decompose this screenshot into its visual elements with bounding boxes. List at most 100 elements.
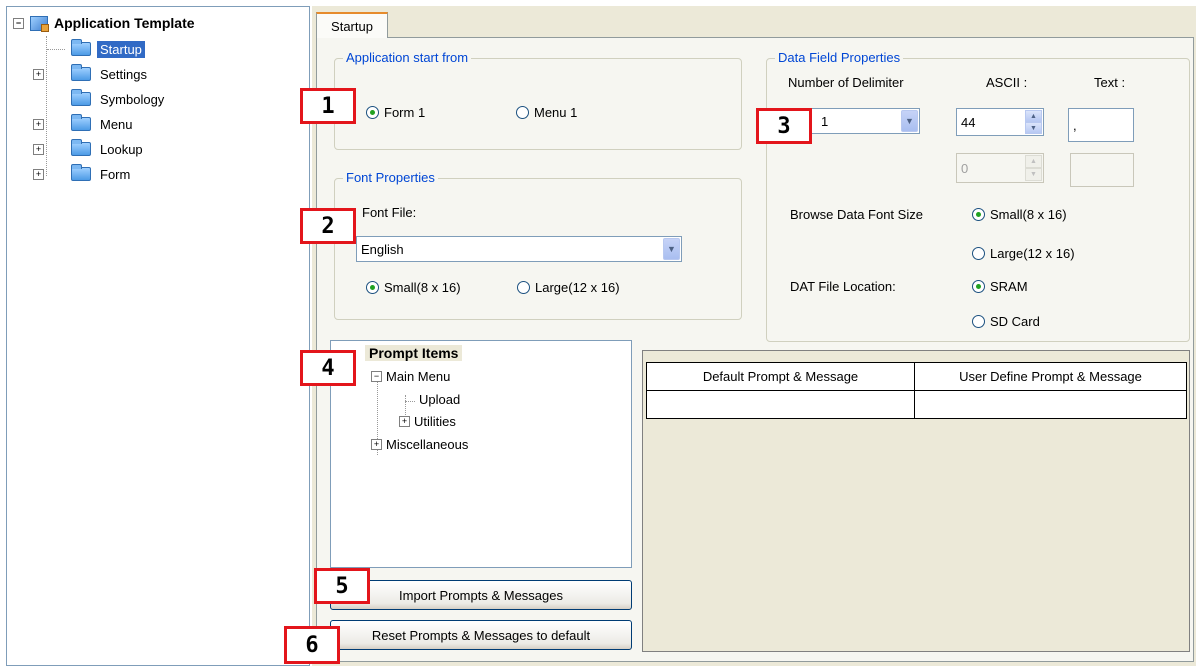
- browse-font-size-label: Browse Data Font Size: [790, 207, 923, 222]
- radio-label: Large(12 x 16): [990, 246, 1075, 261]
- ascii-spinner-1[interactable]: 44 ▲ ▼: [956, 108, 1044, 136]
- callout-3: 3: [756, 108, 812, 144]
- button-label: Import Prompts & Messages: [399, 587, 563, 603]
- spin-down-icon[interactable]: ▼: [1025, 168, 1042, 181]
- prompt-miscellaneous[interactable]: + Miscellaneous: [371, 437, 468, 452]
- reset-prompts-button[interactable]: Reset Prompts & Messages to default: [330, 620, 632, 650]
- radio-label: Form 1: [384, 105, 426, 120]
- radio-icon[interactable]: [972, 315, 985, 328]
- app-start-group: Application start from: [334, 50, 742, 150]
- ascii-label: ASCII :: [986, 75, 1028, 90]
- tree-item-label: Main Menu: [386, 369, 451, 384]
- group-title: Font Properties: [343, 170, 438, 185]
- tree-item-label: Settings: [100, 66, 147, 82]
- expand-icon[interactable]: +: [33, 68, 44, 80]
- prompt-message-table: Default Prompt & Message User Define Pro…: [642, 350, 1190, 652]
- radio-sram[interactable]: SRAM: [972, 279, 1028, 294]
- prompt-utilities[interactable]: + Utilities: [399, 414, 456, 429]
- tree-item-settings[interactable]: + Settings: [33, 64, 150, 84]
- tree-item-label: Form: [100, 166, 131, 182]
- column-header-label: User Define Prompt & Message: [959, 369, 1142, 384]
- radio-browse-large[interactable]: Large(12 x 16): [972, 246, 1075, 261]
- radio-font-large[interactable]: Large(12 x 16): [517, 280, 620, 295]
- radio-label: SRAM: [990, 279, 1028, 294]
- text-label: Text :: [1094, 75, 1126, 90]
- tree-root[interactable]: − Application Template: [13, 15, 195, 32]
- tree-item-label: Upload: [419, 392, 461, 407]
- callout-1: 1: [300, 88, 356, 124]
- folder-icon: [71, 39, 91, 56]
- num-delimiter-value: 1: [821, 113, 829, 129]
- radio-selected-icon[interactable]: [972, 280, 985, 293]
- spin-down-icon[interactable]: ▼: [1025, 122, 1042, 134]
- import-prompts-button[interactable]: Import Prompts & Messages: [330, 580, 632, 610]
- radio-icon[interactable]: [972, 247, 985, 260]
- radio-font-small[interactable]: Small(8 x 16): [366, 280, 461, 295]
- app-template-icon: [30, 15, 49, 32]
- radio-label: SD Card: [990, 314, 1040, 329]
- expand-icon[interactable]: +: [33, 168, 44, 180]
- callout-2: 2: [300, 208, 356, 244]
- chevron-down-icon[interactable]: ▼: [901, 110, 918, 132]
- expand-icon[interactable]: +: [399, 416, 410, 427]
- collapse-icon[interactable]: −: [371, 371, 382, 382]
- tree-root-label: Application Template: [54, 15, 195, 31]
- radio-selected-icon[interactable]: [366, 106, 379, 119]
- ascii-spinner-2[interactable]: 0 ▲ ▼: [956, 153, 1044, 183]
- column-header-default[interactable]: Default Prompt & Message: [646, 362, 915, 391]
- font-file-label: Font File:: [362, 205, 417, 220]
- tab-startup[interactable]: Startup: [316, 12, 388, 38]
- spin-up-icon[interactable]: ▲: [1025, 155, 1042, 168]
- radio-sd-card[interactable]: SD Card: [972, 314, 1040, 329]
- font-file-select[interactable]: English ▼: [356, 236, 682, 262]
- ascii-value: 0: [961, 160, 969, 176]
- tree-item-lookup[interactable]: + Lookup: [33, 139, 146, 159]
- radio-browse-small[interactable]: Small(8 x 16): [972, 207, 1067, 222]
- folder-icon: [71, 139, 91, 156]
- collapse-icon[interactable]: −: [13, 17, 24, 29]
- tree-item-label: Lookup: [100, 141, 143, 157]
- callout-6: 6: [284, 626, 340, 664]
- dat-location-label: DAT File Location:: [790, 279, 896, 294]
- folder-icon: [71, 164, 91, 181]
- tree-item-startup[interactable]: Startup: [45, 39, 145, 59]
- table-cell-user[interactable]: [914, 390, 1187, 419]
- spin-up-icon[interactable]: ▲: [1025, 110, 1042, 122]
- prompt-main-menu[interactable]: − Main Menu: [371, 369, 450, 384]
- tree-item-label: Menu: [100, 116, 133, 132]
- folder-icon: [71, 114, 91, 131]
- radio-form1[interactable]: Form 1: [366, 105, 425, 120]
- group-title: Application start from: [343, 50, 472, 65]
- text-field-1[interactable]: ,: [1068, 108, 1134, 142]
- expand-icon[interactable]: +: [371, 439, 382, 450]
- tree-item-label: Miscellaneous: [386, 437, 469, 452]
- column-header-user[interactable]: User Define Prompt & Message: [914, 362, 1187, 391]
- navigation-tree: − Application Template Startup + Setting…: [6, 6, 310, 666]
- folder-icon: [71, 64, 91, 81]
- tab-label: Startup: [331, 18, 373, 34]
- prompt-items-title[interactable]: Prompt Items: [365, 345, 463, 361]
- folder-icon: [71, 89, 91, 106]
- font-file-value: English: [361, 241, 404, 257]
- chevron-down-icon[interactable]: ▼: [663, 238, 680, 260]
- radio-selected-icon[interactable]: [972, 208, 985, 221]
- tree-item-form[interactable]: + Form: [33, 164, 133, 184]
- radio-selected-icon[interactable]: [366, 281, 379, 294]
- prompt-items-tree: Prompt Items − Main Menu Upload + Utilit…: [330, 340, 632, 568]
- expand-icon[interactable]: +: [33, 143, 44, 155]
- prompt-upload[interactable]: Upload: [405, 392, 461, 407]
- table-cell-default[interactable]: [646, 390, 915, 419]
- column-header-label: Default Prompt & Message: [702, 369, 859, 384]
- text-field-2[interactable]: [1070, 153, 1134, 187]
- radio-icon[interactable]: [517, 281, 530, 294]
- expand-icon[interactable]: +: [33, 118, 44, 130]
- ascii-value: 44: [961, 114, 976, 130]
- tree-connector: [47, 49, 65, 50]
- radio-menu1[interactable]: Menu 1: [516, 105, 577, 120]
- radio-icon[interactable]: [516, 106, 529, 119]
- callout-4: 4: [300, 350, 356, 386]
- num-delimiter-select[interactable]: 1 ▼: [808, 108, 920, 134]
- text-value: ,: [1073, 117, 1077, 133]
- tree-item-menu[interactable]: + Menu: [33, 114, 136, 134]
- tree-item-symbology[interactable]: Symbology: [45, 89, 167, 109]
